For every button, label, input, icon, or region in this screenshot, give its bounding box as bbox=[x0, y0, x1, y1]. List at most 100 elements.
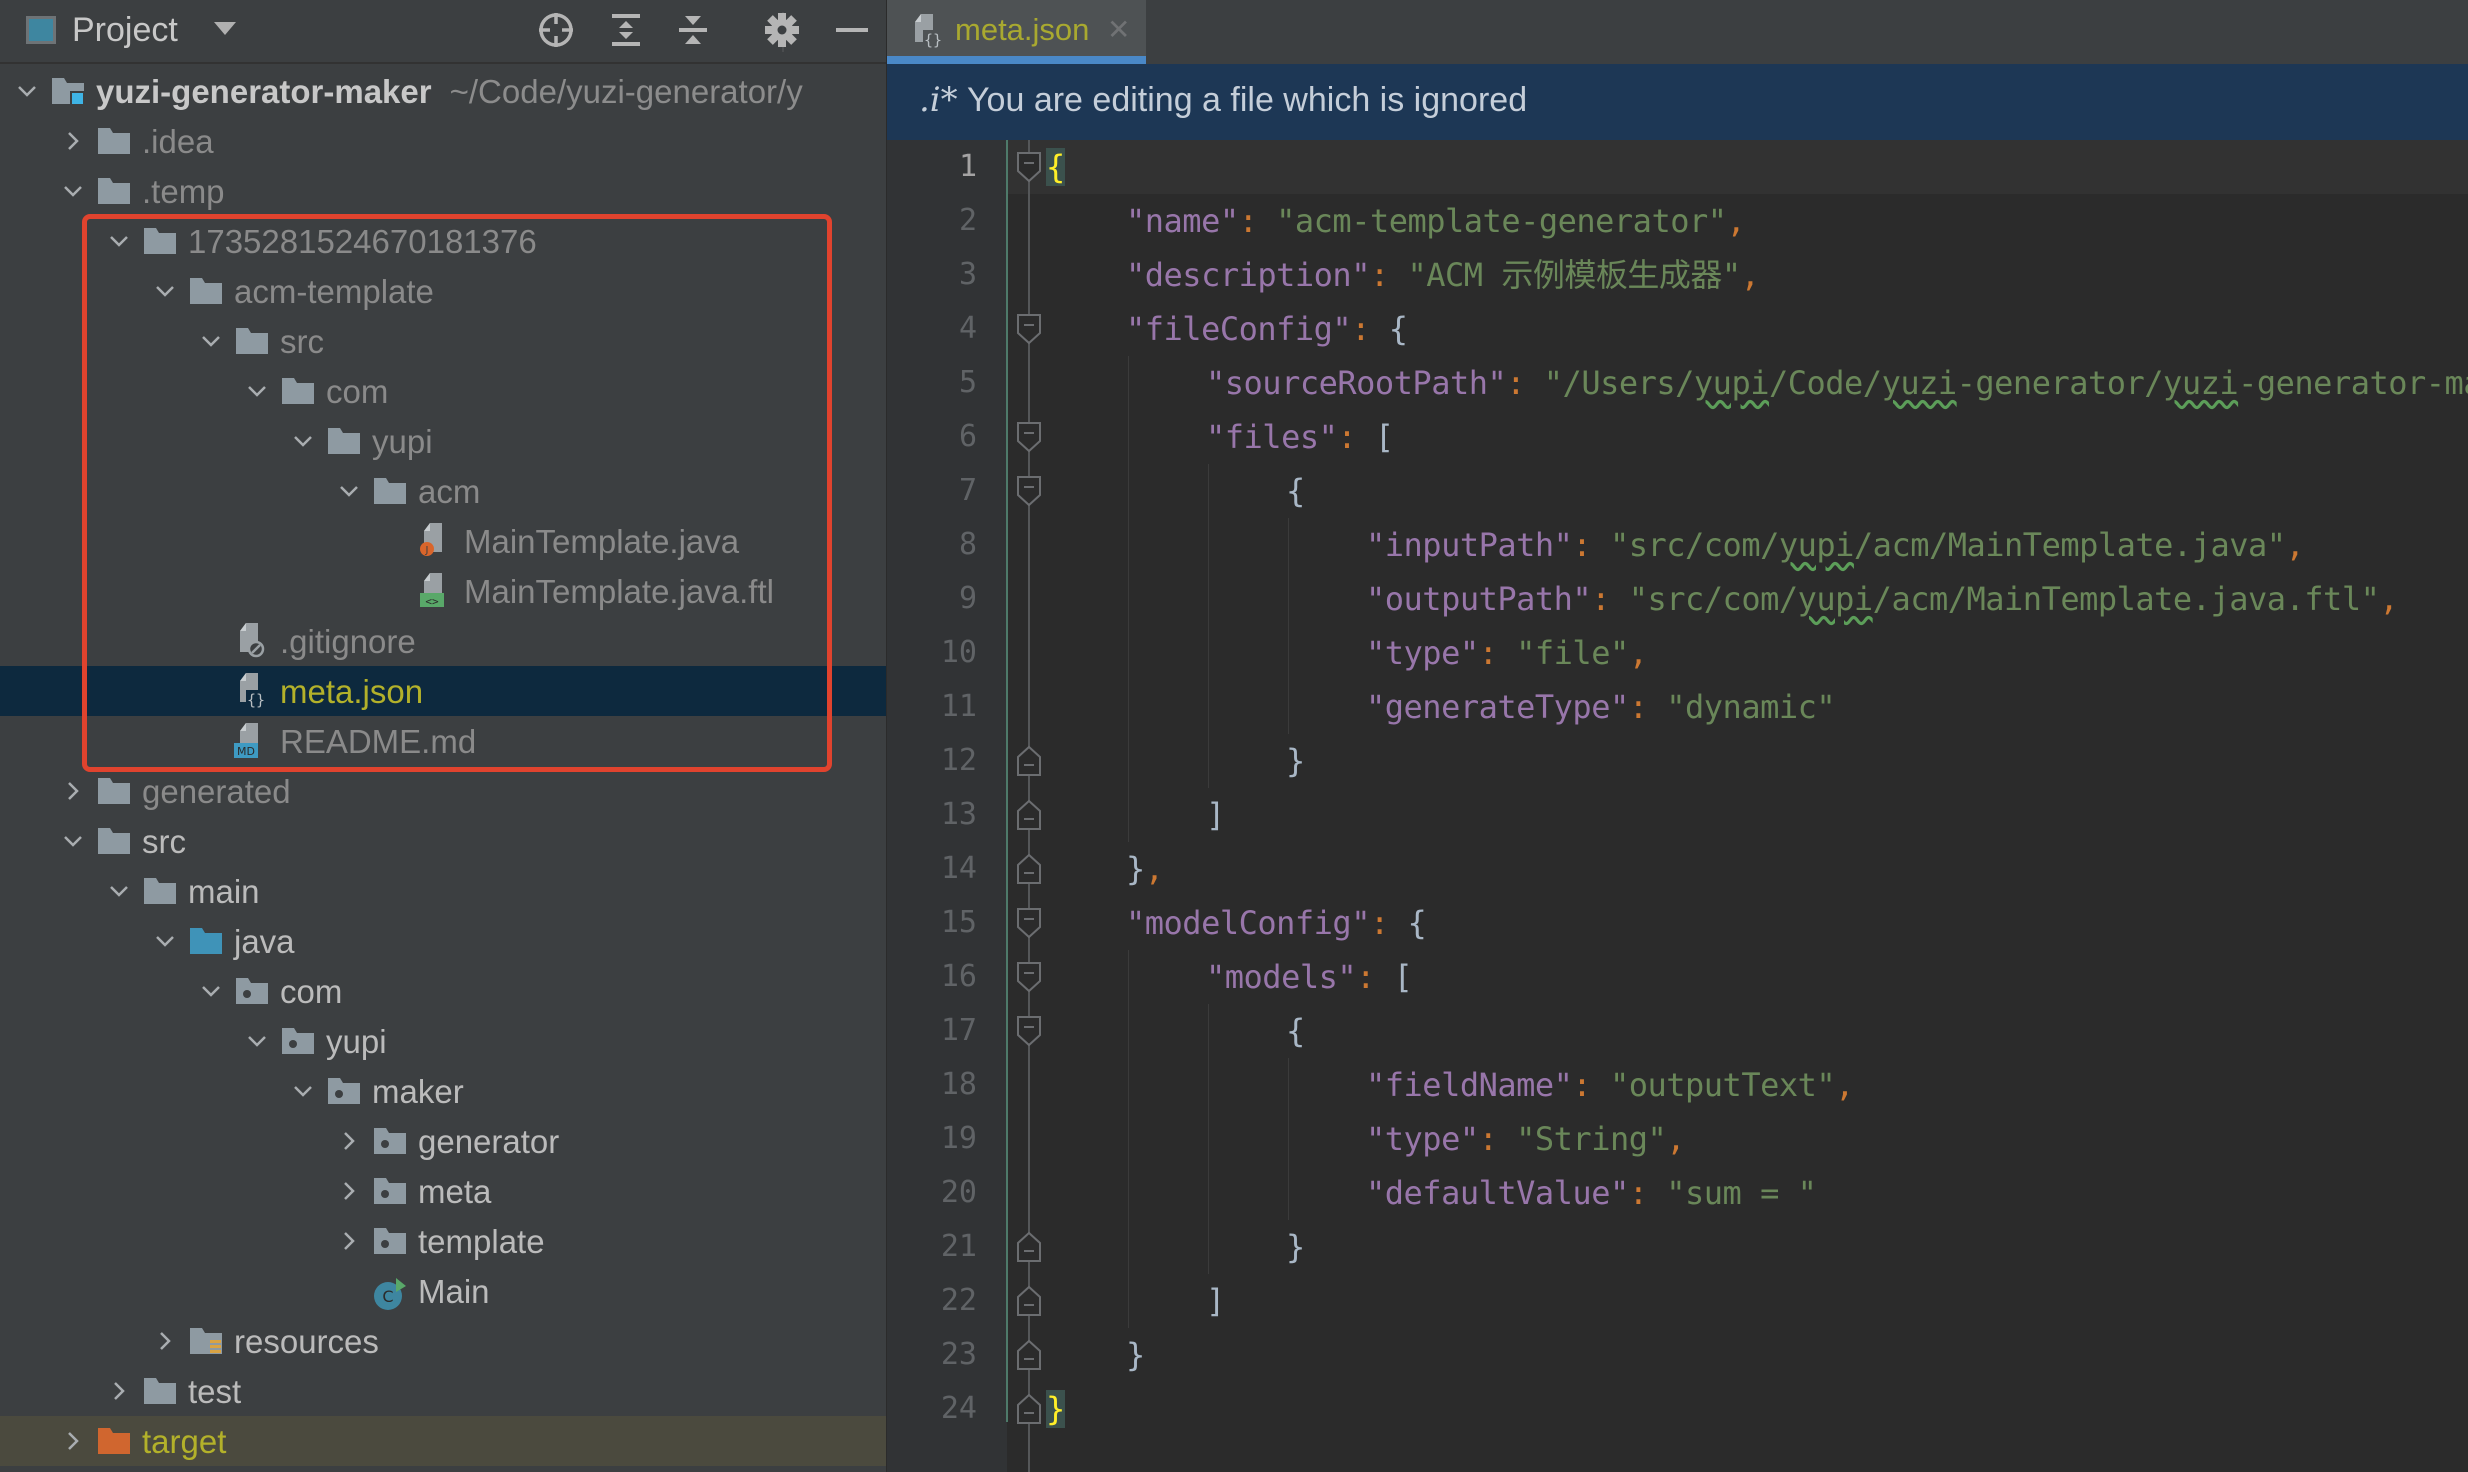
chevron-down-icon[interactable] bbox=[106, 878, 132, 904]
chevron-down-icon[interactable] bbox=[290, 428, 316, 454]
tree-item[interactable]: test bbox=[0, 1366, 886, 1416]
tree-item[interactable]: meta bbox=[0, 1166, 886, 1216]
expand-all-icon[interactable] bbox=[606, 10, 646, 50]
tree-item[interactable]: maker bbox=[0, 1066, 886, 1116]
chevron-down-icon[interactable] bbox=[14, 78, 40, 104]
chevron-down-icon[interactable] bbox=[244, 378, 270, 404]
tree-item[interactable]: .gitignore bbox=[0, 616, 886, 666]
chevron-down-icon[interactable] bbox=[290, 1078, 316, 1104]
json-key: "models" bbox=[1206, 958, 1357, 996]
code-editor[interactable]: 1 2 3 4 5 6 7 8 9 10 11 12 13 14 15 16 17 18 19 20 21 22 23 24 … bbox=[887, 140, 2468, 1472]
tree-item[interactable]: yupi bbox=[0, 416, 886, 466]
chevron-right-icon[interactable] bbox=[60, 778, 86, 804]
json-string: "String" bbox=[1516, 1120, 1667, 1158]
fold-collapse-icon[interactable] bbox=[1016, 907, 1042, 939]
tree-item[interactable]: java bbox=[0, 916, 886, 966]
code-line: "inputPath": "src/com/yupi/acm/MainTempl… bbox=[1366, 518, 2305, 572]
tree-item[interactable]: .idea bbox=[0, 116, 886, 166]
notification-text: You are editing a file which is ignored bbox=[967, 81, 1528, 119]
chevron-down-icon[interactable] bbox=[198, 328, 224, 354]
fold-end-icon[interactable] bbox=[1016, 1285, 1042, 1317]
tree-item-text: maker bbox=[372, 1073, 464, 1110]
tree-item-text: generator bbox=[418, 1123, 560, 1160]
fold-collapse-icon[interactable] bbox=[1016, 1015, 1042, 1047]
line-number: 14 bbox=[940, 851, 977, 886]
tree-item[interactable]: resources bbox=[0, 1316, 886, 1366]
fold-end-icon[interactable] bbox=[1016, 799, 1042, 831]
tree-item[interactable]: {} meta.json bbox=[0, 666, 886, 716]
tree-item[interactable]: generator bbox=[0, 1116, 886, 1166]
tree-item[interactable]: target bbox=[0, 1416, 886, 1466]
json-key: "sourceRootPath" bbox=[1206, 364, 1507, 402]
tree-item-text: Main bbox=[418, 1273, 490, 1310]
line-number: 22 bbox=[940, 1283, 977, 1318]
chevron-right-icon[interactable] bbox=[336, 1228, 362, 1254]
tree-item[interactable]: main bbox=[0, 866, 886, 916]
close-icon[interactable]: ✕ bbox=[1107, 14, 1135, 46]
tree-item[interactable]: MD README.md bbox=[0, 716, 886, 766]
tree-item[interactable]: generated bbox=[0, 766, 886, 816]
json-punctuation: , bbox=[1835, 1066, 1854, 1104]
code-line: "models": [ bbox=[1206, 950, 1413, 1004]
project-view-selector[interactable]: Project bbox=[72, 8, 178, 52]
chevron-right-icon[interactable] bbox=[152, 1328, 178, 1354]
fold-collapse-icon[interactable] bbox=[1016, 961, 1042, 993]
json-key: "outputPath" bbox=[1366, 580, 1592, 618]
fold-end-icon[interactable] bbox=[1016, 853, 1042, 885]
chevron-down-icon[interactable] bbox=[60, 828, 86, 854]
tree-item[interactable]: 1735281524670181376 bbox=[0, 216, 886, 266]
tree-item[interactable]: .temp bbox=[0, 166, 886, 216]
json-punctuation: : bbox=[1369, 904, 1408, 942]
chevron-down-icon[interactable] bbox=[106, 228, 132, 254]
tree-item[interactable]: com bbox=[0, 366, 886, 416]
chevron-right-icon[interactable] bbox=[336, 1178, 362, 1204]
tree-item-text: src bbox=[280, 323, 324, 360]
chevron-right-icon[interactable] bbox=[106, 1378, 132, 1404]
fold-collapse-icon[interactable] bbox=[1016, 475, 1042, 507]
tree-item[interactable]: J MainTemplate.java bbox=[0, 516, 886, 566]
collapse-all-icon[interactable] bbox=[673, 10, 713, 50]
fold-end-icon[interactable] bbox=[1016, 745, 1042, 777]
tree-item-label: generated bbox=[142, 772, 291, 812]
chevron-down-icon[interactable] bbox=[198, 978, 224, 1004]
locate-icon[interactable] bbox=[536, 10, 576, 50]
chevron-down-icon[interactable] bbox=[60, 178, 86, 204]
chevron-down-icon[interactable] bbox=[152, 928, 178, 954]
fold-collapse-icon[interactable] bbox=[1016, 313, 1042, 345]
json-punctuation: , bbox=[2285, 526, 2305, 564]
chevron-down-icon[interactable] bbox=[336, 478, 362, 504]
tree-item[interactable]: yupi bbox=[0, 1016, 886, 1066]
fold-end-icon[interactable] bbox=[1016, 1393, 1042, 1425]
json-string: "acm-template-generator" bbox=[1276, 202, 1727, 240]
tree-item-label: .gitignore bbox=[280, 622, 416, 662]
fold-end-icon[interactable] bbox=[1016, 1339, 1042, 1371]
fold-end-icon[interactable] bbox=[1016, 1231, 1042, 1263]
gear-icon[interactable] bbox=[762, 10, 802, 50]
chevron-right-icon[interactable] bbox=[60, 128, 86, 154]
tree-item[interactable]: src bbox=[0, 316, 886, 366]
tab-meta-json[interactable]: {} meta.json ✕ bbox=[887, 0, 1146, 64]
fold-collapse-icon[interactable] bbox=[1016, 151, 1042, 183]
tree-item[interactable]: src bbox=[0, 816, 886, 866]
code-line: "sourceRootPath": "/Users/yupi/Code/yuzi… bbox=[1206, 356, 2468, 410]
line-number: 17 bbox=[940, 1013, 977, 1048]
fold-collapse-icon[interactable] bbox=[1016, 421, 1042, 453]
tree-item[interactable]: acm bbox=[0, 466, 886, 516]
tree-item[interactable]: yuzi-generator-maker ~/Code/yuzi-generato… bbox=[0, 66, 886, 116]
tree-item-text: test bbox=[188, 1373, 242, 1410]
chevron-down-icon[interactable] bbox=[152, 278, 178, 304]
tree-item[interactable]: C Main bbox=[0, 1266, 886, 1316]
json-string: "sum = " bbox=[1666, 1174, 1817, 1212]
module-folder-icon bbox=[50, 76, 86, 106]
tree-item[interactable]: com bbox=[0, 966, 886, 1016]
json-punctuation: : bbox=[1337, 418, 1375, 456]
tree-item[interactable]: <> MainTemplate.java.ftl bbox=[0, 566, 886, 616]
chevron-down-icon[interactable] bbox=[244, 1028, 270, 1054]
tree-item[interactable]: acm-template bbox=[0, 266, 886, 316]
chevron-right-icon[interactable] bbox=[336, 1128, 362, 1154]
chevron-down-icon[interactable] bbox=[214, 22, 236, 35]
minimize-icon[interactable] bbox=[832, 10, 872, 50]
chevron-right-icon[interactable] bbox=[60, 1428, 86, 1454]
indent-guide bbox=[1128, 950, 1129, 1328]
tree-item[interactable]: template bbox=[0, 1216, 886, 1266]
